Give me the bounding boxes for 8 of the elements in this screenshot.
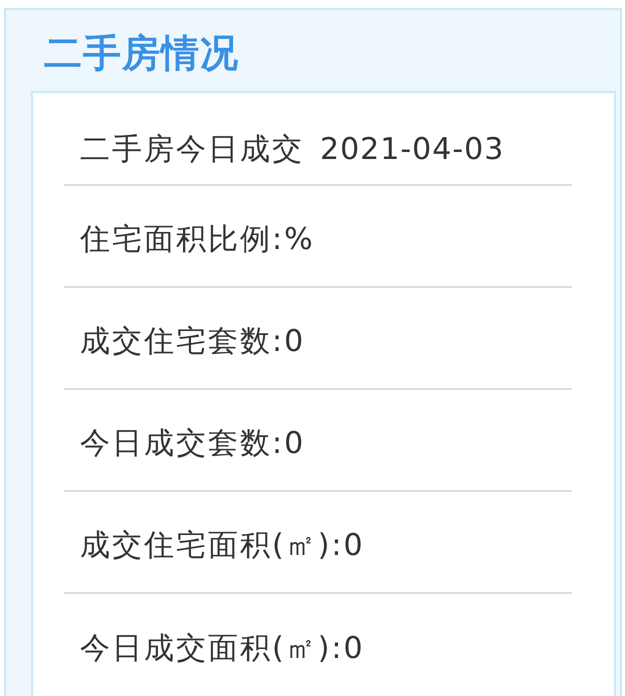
stat-text: 住宅面积比例:% — [80, 225, 315, 255]
stat-text: 成交住宅套数:0 — [80, 327, 306, 357]
stat-text: 成交住宅面积(㎡):0 — [80, 531, 365, 561]
stat-text: 今日成交面积(㎡):0 — [80, 634, 365, 664]
stat-text: 今日成交套数:0 — [80, 429, 306, 459]
section-title: 二手房情况 — [44, 34, 239, 72]
stats-date: 2021-04-03 — [320, 134, 504, 164]
stats-heading: 二手房今日成交 — [80, 134, 304, 164]
